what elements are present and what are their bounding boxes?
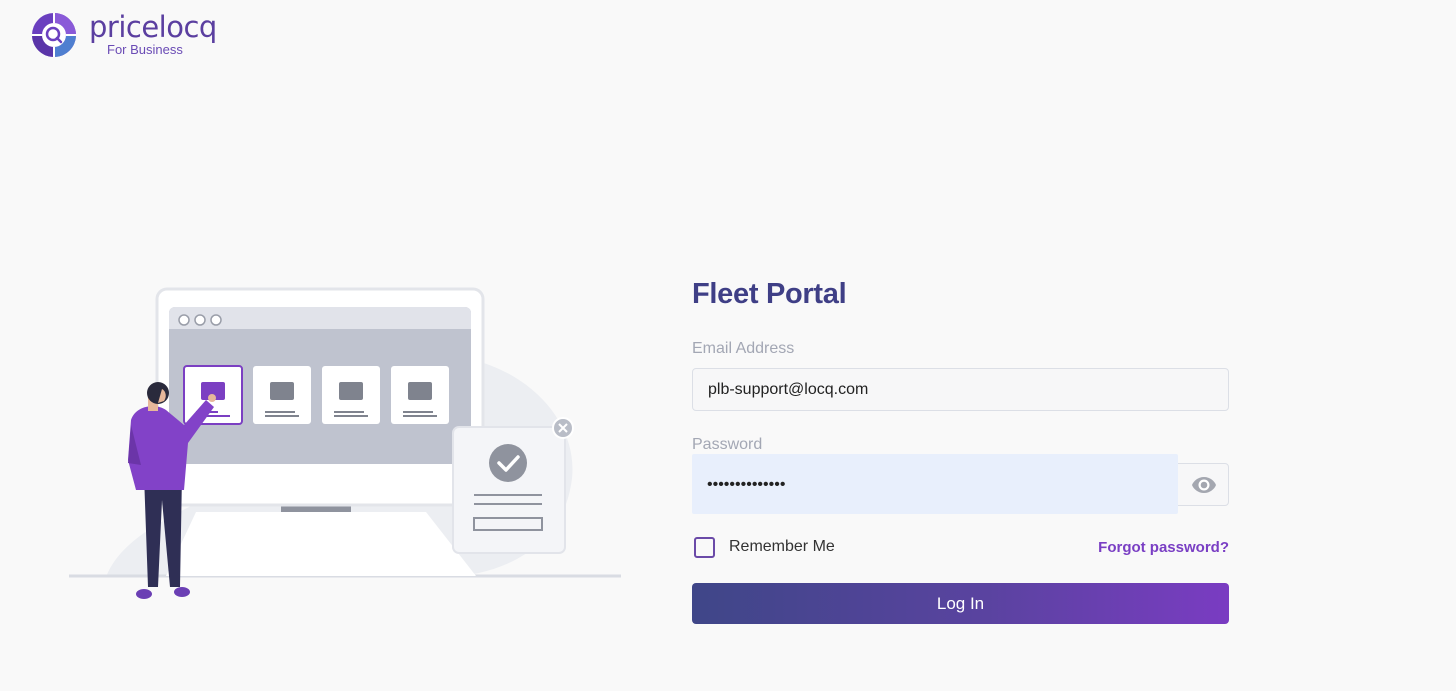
remember-me-checkbox[interactable]: [694, 536, 715, 558]
brand-logo[interactable]: pricelocq For Business: [31, 12, 217, 58]
email-label: Email Address: [692, 340, 795, 357]
options-row: Remember Me Forgot password?: [692, 536, 1229, 558]
password-field[interactable]: ••••••••••••••: [692, 454, 1178, 514]
login-form: Fleet Portal Email Address plb-support@l…: [692, 274, 1229, 624]
login-page: pricelocq For Business Fleet Portal Emai…: [0, 0, 1456, 691]
remember-me-label: Remember Me: [729, 538, 835, 555]
brand-name: pricelocq: [89, 9, 217, 44]
login-illustration: [69, 287, 621, 599]
eye-icon: [1192, 476, 1216, 493]
email-field[interactable]: plb-support@locq.com: [692, 368, 1229, 411]
password-label: Password: [692, 436, 763, 453]
page-title: Fleet Portal: [692, 278, 847, 310]
password-value: ••••••••••••••: [707, 476, 786, 493]
show-password-button[interactable]: [1179, 463, 1229, 506]
pricelocq-logo-icon: [32, 13, 76, 57]
login-button[interactable]: Log In: [692, 583, 1229, 624]
brand-tagline: For Business: [107, 41, 183, 57]
remember-me[interactable]: Remember Me: [692, 536, 835, 558]
email-value: plb-support@locq.com: [708, 381, 869, 398]
forgot-password-link[interactable]: Forgot password?: [1098, 539, 1229, 556]
password-group: ••••••••••••••: [692, 454, 1229, 514]
logo-text: pricelocq For Business: [89, 9, 217, 57]
